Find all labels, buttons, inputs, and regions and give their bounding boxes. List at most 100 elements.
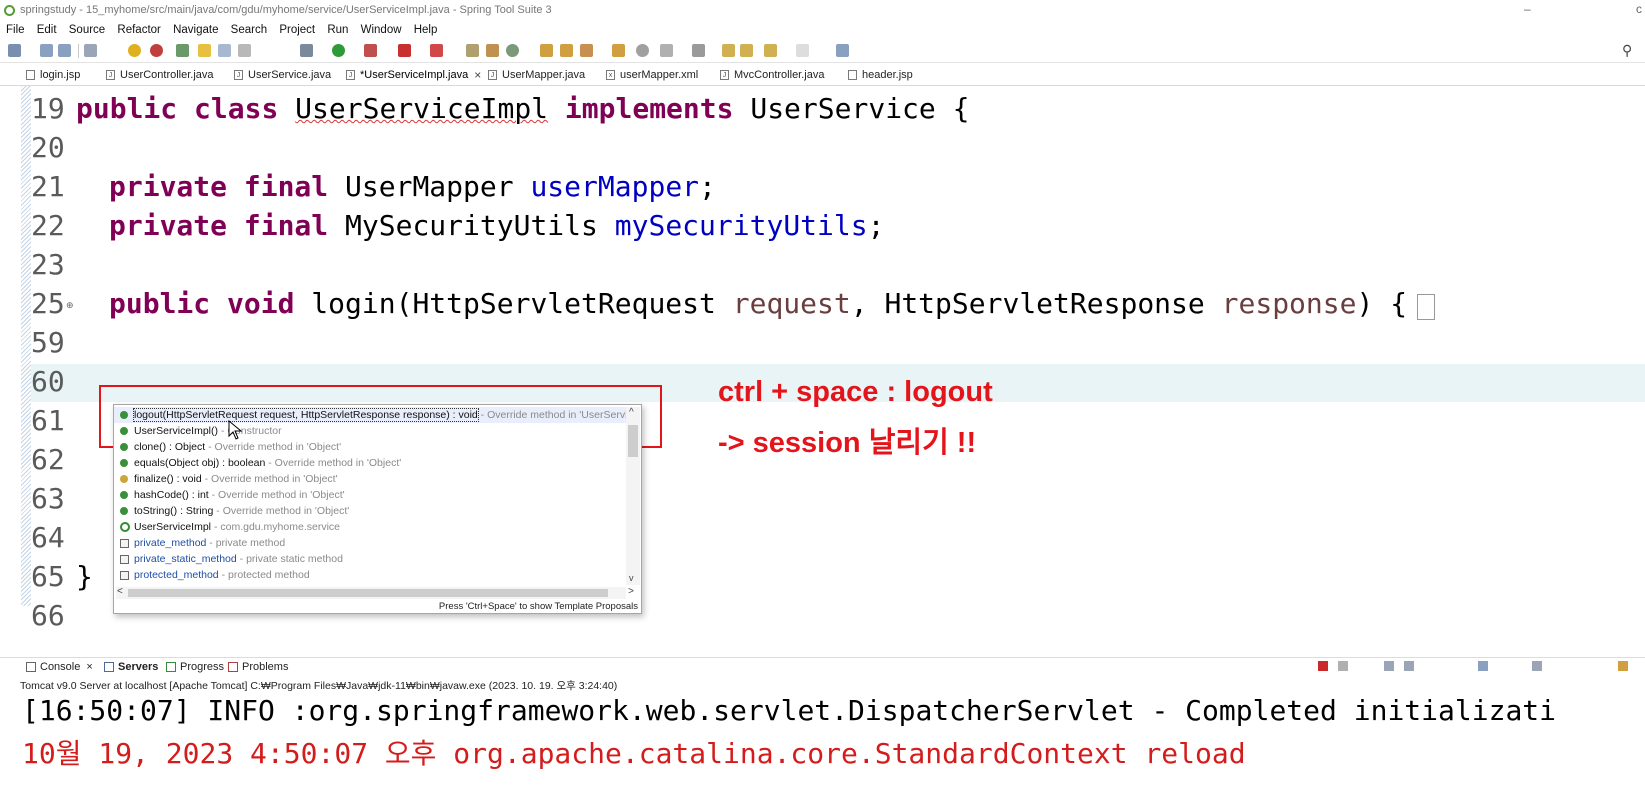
remove-launch-icon[interactable] — [1338, 661, 1348, 671]
scroll-thumb[interactable] — [128, 589, 608, 597]
menu-project[interactable]: Project — [279, 22, 315, 36]
clear-console-icon[interactable] — [1384, 661, 1394, 671]
close-tab-icon[interactable]: × — [474, 68, 481, 82]
proposal-item[interactable]: hashCode() : int - Override method in 'O… — [114, 487, 626, 503]
forward-history-icon[interactable] — [740, 44, 753, 57]
highlight-icon[interactable] — [198, 44, 211, 57]
open-task-icon[interactable] — [612, 44, 625, 57]
tab-header-jsp[interactable]: header.jsp — [848, 66, 913, 83]
menu-search[interactable]: Search — [231, 22, 267, 36]
menu-file[interactable]: File — [6, 22, 25, 36]
perspective-icon[interactable] — [836, 44, 849, 57]
method-override-icon — [120, 411, 128, 419]
restore-button[interactable]: c — [1636, 2, 1642, 16]
stop-icon[interactable] — [398, 44, 411, 57]
open-folder-icon[interactable] — [560, 44, 573, 57]
back-arrow-icon[interactable] — [764, 44, 777, 57]
annotation-icon[interactable] — [660, 44, 673, 57]
console-icon[interactable] — [84, 44, 97, 57]
menu-refactor[interactable]: Refactor — [117, 22, 160, 36]
annotation-line-1: ctrl + space : logout — [718, 376, 993, 408]
next-annotation-icon[interactable] — [692, 44, 705, 57]
tab-usercontroller-java[interactable]: J UserController.java — [106, 66, 214, 83]
menu-help[interactable]: Help — [414, 22, 438, 36]
menu-edit[interactable]: Edit — [37, 22, 57, 36]
new-icon[interactable] — [8, 44, 21, 57]
forward-arrow-icon[interactable] — [796, 44, 809, 57]
proposal-item[interactable]: private_method - private method — [114, 535, 626, 551]
skip-breakpoints-icon[interactable] — [128, 44, 141, 57]
scroll-thumb[interactable] — [628, 425, 638, 457]
tab-usermapper-java[interactable]: J UserMapper.java — [488, 66, 585, 83]
quick-access-search-icon[interactable]: ⚲ — [1622, 42, 1632, 59]
pen-icon[interactable] — [580, 44, 593, 57]
proposal-item[interactable]: logout(HttpServletRequest request, HttpS… — [114, 407, 626, 423]
close-tab-icon[interactable]: × — [86, 661, 92, 673]
console-line: [16:50:07] INFO :org.springframework.web… — [22, 694, 1557, 727]
save-icon[interactable] — [40, 44, 53, 57]
package-icon[interactable] — [486, 44, 499, 57]
menu-bar: File Edit Source Refactor Navigate Searc… — [0, 22, 1645, 40]
terminate-icon[interactable] — [1318, 661, 1328, 671]
proposal-item[interactable]: protected_method - protected method — [114, 567, 626, 583]
back-icon[interactable] — [722, 44, 735, 57]
menu-source[interactable]: Source — [69, 22, 105, 36]
menu-window[interactable]: Window — [361, 22, 402, 36]
proposal-item[interactable]: toString() : String - Override method in… — [114, 503, 626, 519]
tab-usermapper-xml[interactable]: x userMapper.xml — [606, 66, 698, 83]
minimize-view-icon[interactable] — [1618, 661, 1628, 671]
proposal-item[interactable]: private_static_method - private static m… — [114, 551, 626, 567]
block-icon[interactable] — [238, 44, 251, 57]
proposal-item[interactable]: UserServiceImpl() - Constructor — [114, 423, 626, 439]
run-icon[interactable] — [332, 44, 345, 57]
scroll-lock-icon[interactable] — [1404, 661, 1414, 671]
build-icon[interactable] — [466, 44, 479, 57]
fold-expand-icon[interactable]: ⊕ — [66, 300, 74, 311]
proposal-list[interactable]: logout(HttpServletRequest request, HttpS… — [114, 407, 626, 587]
scroll-up-icon[interactable]: ^ — [629, 407, 634, 418]
menu-navigate[interactable]: Navigate — [173, 22, 218, 36]
menu-run[interactable]: Run — [327, 22, 348, 36]
servers-icon — [104, 662, 114, 672]
title-bar: springstudy - 15_myhome/src/main/java/co… — [0, 0, 1645, 22]
tools-icon[interactable] — [300, 44, 313, 57]
minimize-button[interactable]: – — [1524, 2, 1531, 16]
scroll-left-icon[interactable]: < — [117, 586, 123, 597]
save-all-icon[interactable] — [58, 44, 71, 57]
scroll-down-icon[interactable]: v — [629, 573, 634, 583]
tab-mvccontroller-java[interactable]: J MvcController.java — [720, 66, 824, 83]
spring-icon[interactable] — [176, 44, 189, 57]
tab-userservice-java[interactable]: J UserService.java — [234, 66, 331, 83]
tab-login-jsp[interactable]: login.jsp — [26, 66, 80, 83]
deploy-icon[interactable] — [430, 44, 443, 57]
proposal-item[interactable]: finalize() : void - Override method in '… — [114, 471, 626, 487]
tab-progress[interactable]: Progress — [166, 661, 224, 673]
proposal-item[interactable]: clone() : Object - Override method in 'O… — [114, 439, 626, 455]
folded-code-marker[interactable] — [1417, 294, 1435, 320]
java-file-icon: J — [106, 69, 115, 80]
code-line-25: public void login(HttpServletRequest req… — [109, 287, 1408, 320]
proposal-item[interactable]: equals(Object obj) : boolean - Override … — [114, 455, 626, 471]
proposal-item[interactable]: UserServiceImpl - com.gdu.myhome.service — [114, 519, 626, 535]
tab-userserviceimpl-java[interactable]: J *UserServiceImpl.java × — [346, 66, 481, 83]
mouse-pointer-icon — [228, 420, 243, 440]
open-type-icon[interactable] — [540, 44, 553, 57]
pin-console-icon[interactable] — [1478, 661, 1488, 671]
search-tool-icon[interactable] — [636, 44, 649, 57]
app-logo-icon — [4, 5, 15, 16]
editor-tab-bar: login.jsp J UserController.java J UserServ… — [0, 63, 1645, 86]
tab-problems[interactable]: Problems — [228, 661, 288, 673]
horizontal-scrollbar[interactable]: < > — [116, 586, 634, 599]
tab-servers[interactable]: Servers — [104, 661, 158, 673]
content-assist-popup[interactable]: logout(HttpServletRequest request, HttpS… — [113, 404, 642, 614]
method-icon — [120, 443, 128, 451]
tab-console[interactable]: Console × — [26, 661, 93, 673]
debug-icon[interactable] — [150, 44, 163, 57]
vertical-scrollbar[interactable]: ^ v — [626, 407, 640, 585]
display-console-icon[interactable] — [1532, 661, 1542, 671]
new-class-icon[interactable] — [506, 44, 519, 57]
external-tools-icon[interactable] — [364, 44, 377, 57]
scroll-right-icon[interactable]: > — [628, 586, 634, 597]
toggle-icon[interactable] — [218, 44, 231, 57]
template-icon — [120, 571, 129, 580]
